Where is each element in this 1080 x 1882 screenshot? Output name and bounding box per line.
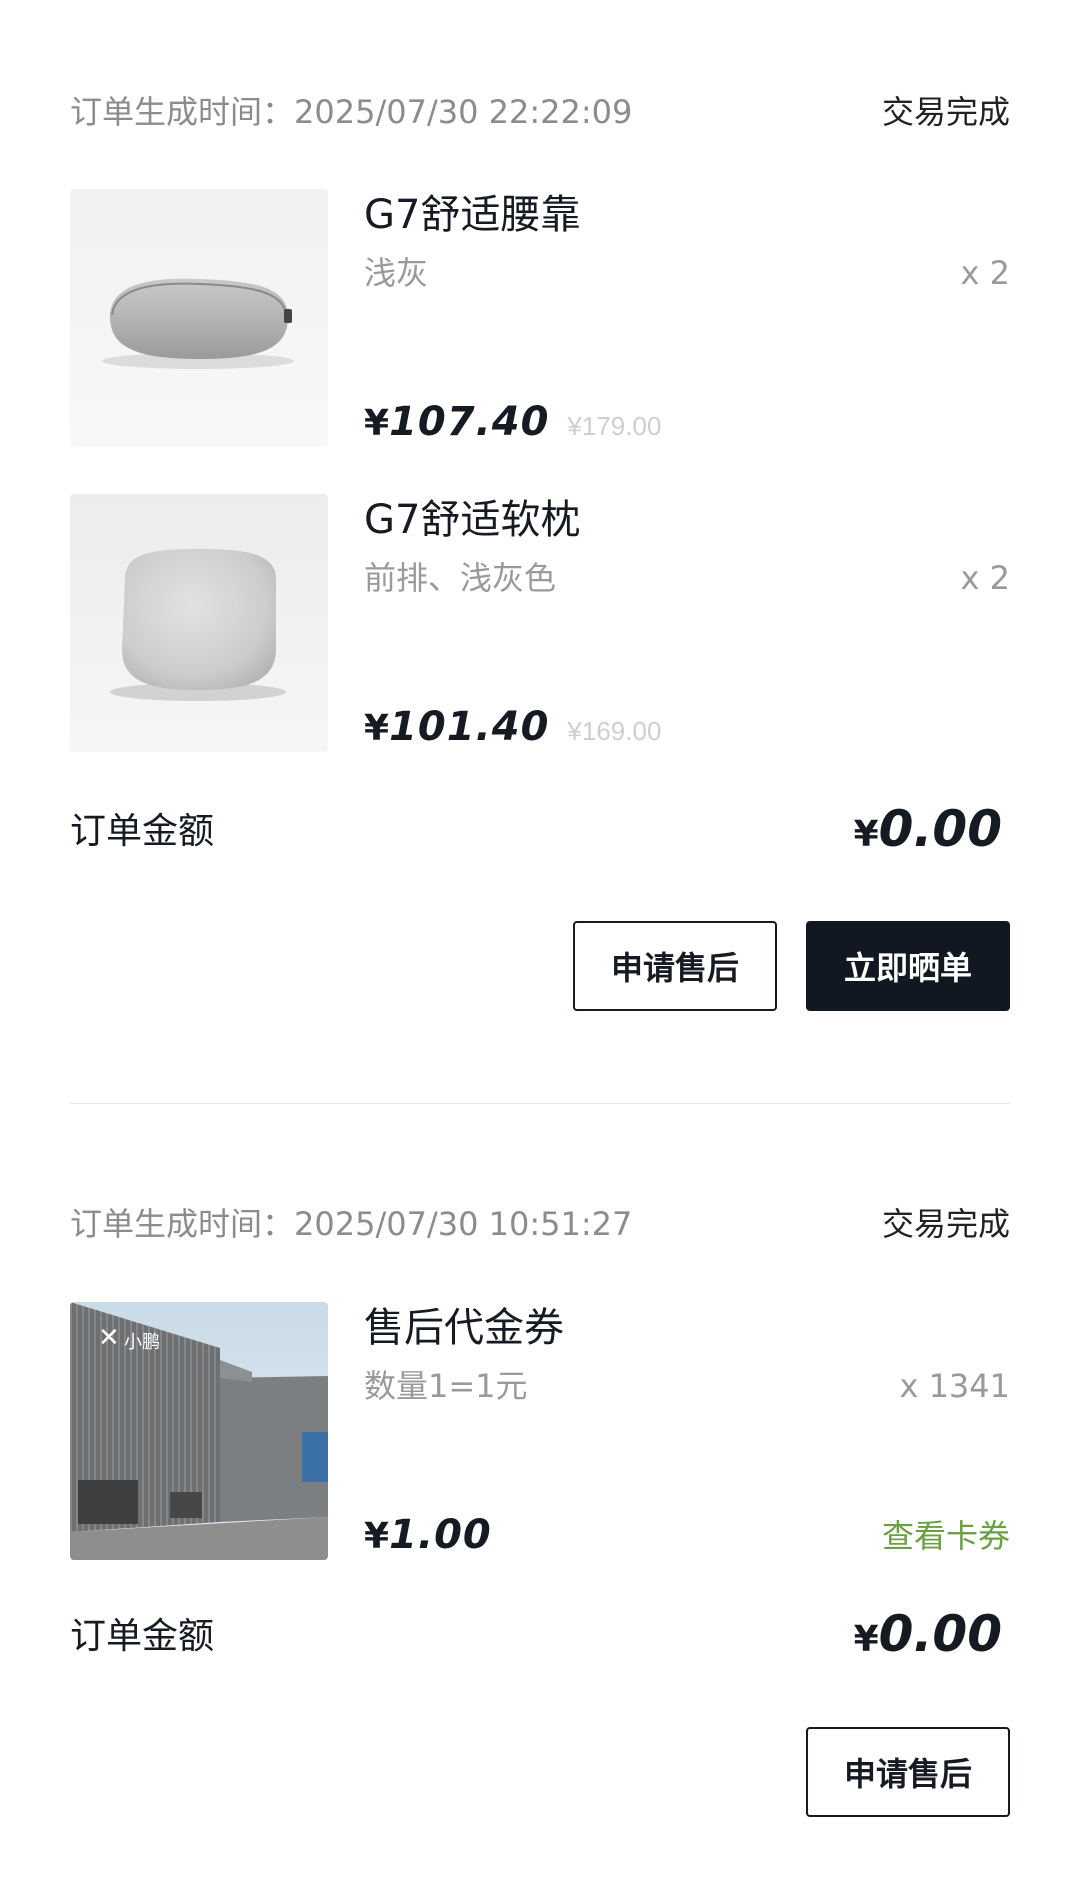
item-name: G7舒适软枕 <box>364 497 581 543</box>
divider <box>70 1103 1010 1104</box>
item-quantity: x 2 <box>960 254 1010 292</box>
price-amount: 101.40 <box>389 704 550 750</box>
item-name: 售后代金券 <box>364 1305 564 1351</box>
total-amount: 0.00 <box>878 1605 1002 1663</box>
order-time: 订单生成时间：2025/07/30 22:22:09 <box>70 93 633 131</box>
item-spec: 浅灰 <box>364 254 429 292</box>
item-price: ¥1.00 <box>364 1512 492 1560</box>
share-order-button[interactable]: 立即晒单 <box>806 921 1010 1011</box>
apply-after-sale-button[interactable]: 申请售后 <box>573 921 777 1011</box>
total-amount: 0.00 <box>878 800 1002 858</box>
apply-after-sale-button[interactable]: 申请售后 <box>806 1727 1010 1817</box>
item-quantity: x 1341 <box>899 1367 1010 1405</box>
item-name: G7舒适腰靠 <box>364 192 581 238</box>
view-coupon-link[interactable]: 查看卡券 <box>882 1516 1010 1556</box>
headrest-pillow-image <box>70 494 328 752</box>
item-spec: 数量1=1元 <box>364 1367 528 1405</box>
order-total-label: 订单金额 <box>70 1616 215 1657</box>
order-item[interactable]: ✕ 小鹏 售后代金券 数量1=1元 x 1341 ¥1.00 查看卡券 <box>70 1302 1010 1560</box>
item-quantity: x 2 <box>960 559 1010 597</box>
lumbar-pillow-image <box>70 189 328 447</box>
order-item[interactable]: G7舒适软枕 前排、浅灰色 x 2 ¥101.40 ¥169.00 <box>70 494 1010 752</box>
order-status: 交易完成 <box>881 93 1010 131</box>
brand-logo-text: 小鹏 <box>124 1332 160 1353</box>
original-price: ¥169.00 <box>567 716 662 746</box>
service-center-building-image: ✕ 小鹏 <box>70 1302 328 1560</box>
currency-symbol: ¥ <box>853 814 879 855</box>
currency-symbol: ¥ <box>364 708 390 749</box>
order-total: ¥0.00 <box>854 800 1002 858</box>
price-amount: 107.40 <box>389 399 550 445</box>
item-price: ¥101.40 ¥169.00 <box>364 704 661 752</box>
original-price: ¥179.00 <box>567 411 662 441</box>
order-item[interactable]: G7舒适腰靠 浅灰 x 2 ¥107.40 ¥179.00 <box>70 189 1010 447</box>
item-price: ¥107.40 ¥179.00 <box>364 399 661 447</box>
order-time: 订单生成时间：2025/07/30 10:51:27 <box>70 1205 633 1243</box>
currency-symbol: ¥ <box>364 403 390 444</box>
order-total: ¥0.00 <box>854 1605 1002 1663</box>
svg-text:✕: ✕ <box>98 1323 120 1353</box>
order-status: 交易完成 <box>881 1205 1010 1243</box>
currency-symbol: ¥ <box>364 1516 390 1557</box>
currency-symbol: ¥ <box>853 1619 879 1660</box>
order-total-label: 订单金额 <box>70 811 215 852</box>
price-amount: 1.00 <box>389 1512 492 1558</box>
item-spec: 前排、浅灰色 <box>364 559 557 597</box>
